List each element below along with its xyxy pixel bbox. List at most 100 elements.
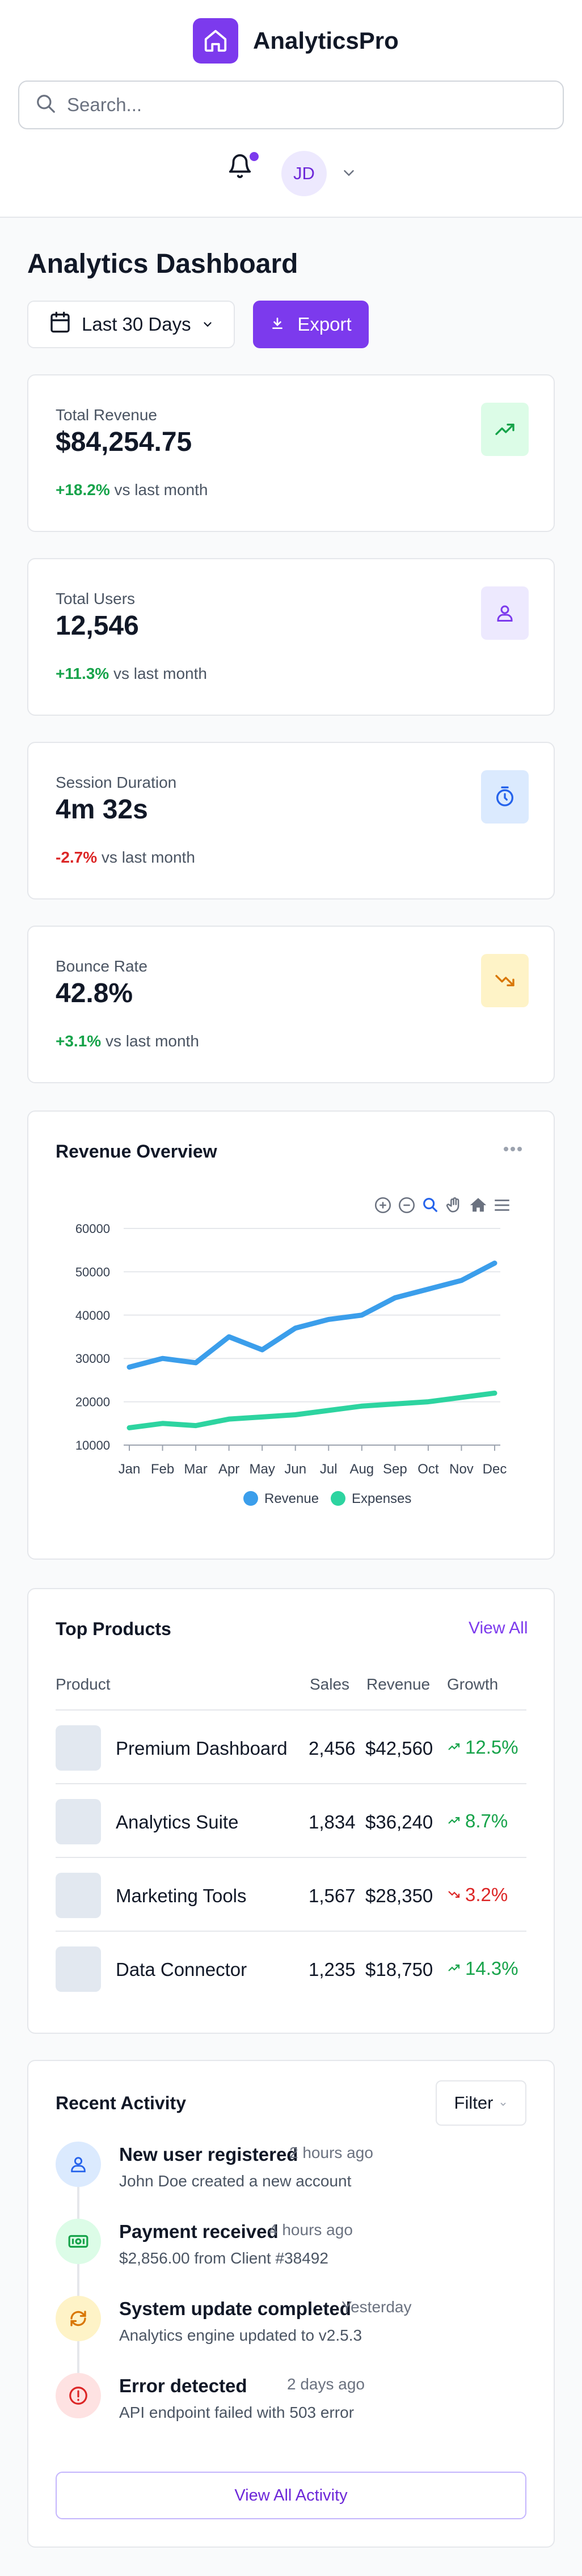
chevron-down-icon xyxy=(499,2093,508,2113)
column-header-product: Product xyxy=(56,1675,111,1693)
view-all-link[interactable]: View All xyxy=(469,1619,528,1638)
activity-desc: $2,856.00 from Client #38492 xyxy=(119,2249,328,2267)
card-title: Recent Activity xyxy=(56,2093,186,2113)
calendar-icon xyxy=(49,311,71,338)
alert-icon xyxy=(56,2373,101,2418)
x-tick-label: Aug xyxy=(349,1462,374,1477)
stat-change: +18.2% vs last month xyxy=(56,481,208,499)
growth-value: 12.5% xyxy=(465,1737,518,1758)
money-icon xyxy=(56,2219,101,2264)
stat-change: +11.3% vs last month xyxy=(56,665,207,683)
x-tick-label: Feb xyxy=(151,1462,174,1477)
trending-up-icon xyxy=(447,1737,461,1758)
y-tick-label: 50000 xyxy=(75,1265,110,1279)
x-tick-label: Jan xyxy=(119,1462,141,1477)
x-tick-label: Nov xyxy=(449,1462,474,1477)
y-tick-label: 20000 xyxy=(75,1395,110,1409)
product-sales: 1,834 xyxy=(309,1811,356,1832)
page-title: Analytics Dashboard xyxy=(27,249,298,279)
product-revenue: $36,240 xyxy=(365,1811,433,1832)
stat-value: 12,546 xyxy=(56,611,139,641)
product-name: Data Connector xyxy=(116,1959,247,1980)
stat-suffix: vs last month xyxy=(109,481,208,499)
stat-suffix: vs last month xyxy=(101,1032,199,1050)
y-tick-label: 60000 xyxy=(75,1222,110,1236)
stat-delta: -2.7% xyxy=(56,848,98,866)
x-tick-label: Mar xyxy=(184,1462,207,1477)
stat-label: Session Duration xyxy=(56,774,177,791)
brand[interactable]: AnalyticsPro xyxy=(193,18,399,64)
activity-title: New user registered xyxy=(119,2144,298,2165)
product-thumbnail xyxy=(56,1873,101,1918)
more-horizontal-icon[interactable] xyxy=(501,1143,524,1158)
growth-value: 14.3% xyxy=(465,1958,518,1979)
table-row[interactable]: Marketing Tools 1,567 $28,350 3.2% xyxy=(56,1857,526,1931)
x-tick-label: Apr xyxy=(218,1462,239,1477)
revenue-line-chart: 60000 50000 40000 30000 20000 10000 Jan Feb Mar A… xyxy=(75,1222,507,1506)
x-tick-label: Dec xyxy=(483,1462,507,1477)
x-tick-label: Jul xyxy=(320,1462,338,1477)
refresh-icon xyxy=(56,2296,101,2341)
stat-value: 42.8% xyxy=(56,978,133,1008)
product-revenue: $28,350 xyxy=(365,1885,433,1906)
download-icon xyxy=(270,314,285,335)
product-thumbnail xyxy=(56,1799,101,1844)
activity-desc: API endpoint failed with 503 error xyxy=(119,2404,355,2421)
product-growth: 8.7% xyxy=(447,1810,508,1832)
table-row[interactable]: Data Connector 1,235 $18,750 14.3% xyxy=(56,1931,526,2004)
legend-label: Expenses xyxy=(352,1491,411,1506)
timeline-connector xyxy=(77,2264,79,2296)
revenue-overview-card: Revenue Overview 60000 50000 40000 30000 200… xyxy=(27,1110,555,1560)
activity-time: 2 days ago xyxy=(287,2375,365,2393)
growth-value: 3.2% xyxy=(465,1884,508,1905)
stat-card-bounce: Bounce Rate 42.8% +3.1% vs last month xyxy=(27,926,555,1083)
y-tick-label: 40000 xyxy=(75,1308,110,1323)
app-name: AnalyticsPro xyxy=(253,27,399,54)
product-thumbnail xyxy=(56,1946,101,1992)
recent-activity-card: Recent Activity Filter New user register… xyxy=(27,2060,555,2548)
table-row[interactable]: Premium Dashboard 2,456 $42,560 12.5% xyxy=(56,1709,526,1783)
stat-value: 4m 32s xyxy=(56,795,148,825)
home-icon xyxy=(193,18,238,64)
x-tick-label: Sep xyxy=(383,1462,407,1477)
trending-up-icon xyxy=(447,1810,461,1832)
stat-delta: +11.3% xyxy=(56,665,109,682)
legend-marker xyxy=(331,1491,345,1506)
product-sales: 2,456 xyxy=(309,1738,356,1759)
filter-button[interactable]: Filter xyxy=(436,2080,526,2126)
activity-time: Yesterday xyxy=(341,2298,412,2316)
stat-suffix: vs last month xyxy=(109,665,207,682)
product-sales: 1,567 xyxy=(309,1885,356,1906)
column-header-sales: Sales xyxy=(310,1675,350,1693)
search-box[interactable] xyxy=(18,81,564,129)
search-input[interactable] xyxy=(67,94,555,116)
product-name: Marketing Tools xyxy=(116,1885,247,1906)
user-icon xyxy=(481,586,529,640)
stat-label: Total Users xyxy=(56,590,136,607)
stat-value: $84,254.75 xyxy=(56,427,192,457)
activity-desc: Analytics engine updated to v2.5.3 xyxy=(119,2326,362,2344)
legend-label: Revenue xyxy=(264,1491,319,1506)
chevron-down-icon xyxy=(201,314,214,335)
export-button[interactable]: Export xyxy=(253,301,369,348)
stat-label: Total Revenue xyxy=(56,406,158,424)
timeline-connector xyxy=(77,2341,79,2373)
activity-title: Error detected xyxy=(119,2375,247,2396)
product-growth: 3.2% xyxy=(447,1884,508,1906)
product-revenue: $18,750 xyxy=(365,1959,433,1980)
series-line-expenses xyxy=(126,1390,497,1430)
timer-icon xyxy=(481,770,529,824)
legend-marker xyxy=(243,1491,258,1506)
table-row[interactable]: Analytics Suite 1,834 $36,240 8.7% xyxy=(56,1783,526,1857)
stat-card-revenue: Total Revenue $84,254.75 +18.2% vs last … xyxy=(27,374,555,532)
timeline-connector xyxy=(77,2187,79,2219)
activity-time: 2 hours ago xyxy=(289,2144,373,2161)
avatar[interactable]: JD xyxy=(281,151,327,196)
stat-delta: +3.1% xyxy=(56,1032,102,1050)
notification-badge xyxy=(250,152,259,161)
product-name: Analytics Suite xyxy=(116,1811,239,1832)
view-all-activity-button[interactable]: View All Activity xyxy=(56,2472,526,2519)
date-range-button[interactable]: Last 30 Days xyxy=(27,301,235,348)
chevron-down-icon[interactable] xyxy=(339,164,359,181)
notifications-button[interactable] xyxy=(227,152,259,186)
